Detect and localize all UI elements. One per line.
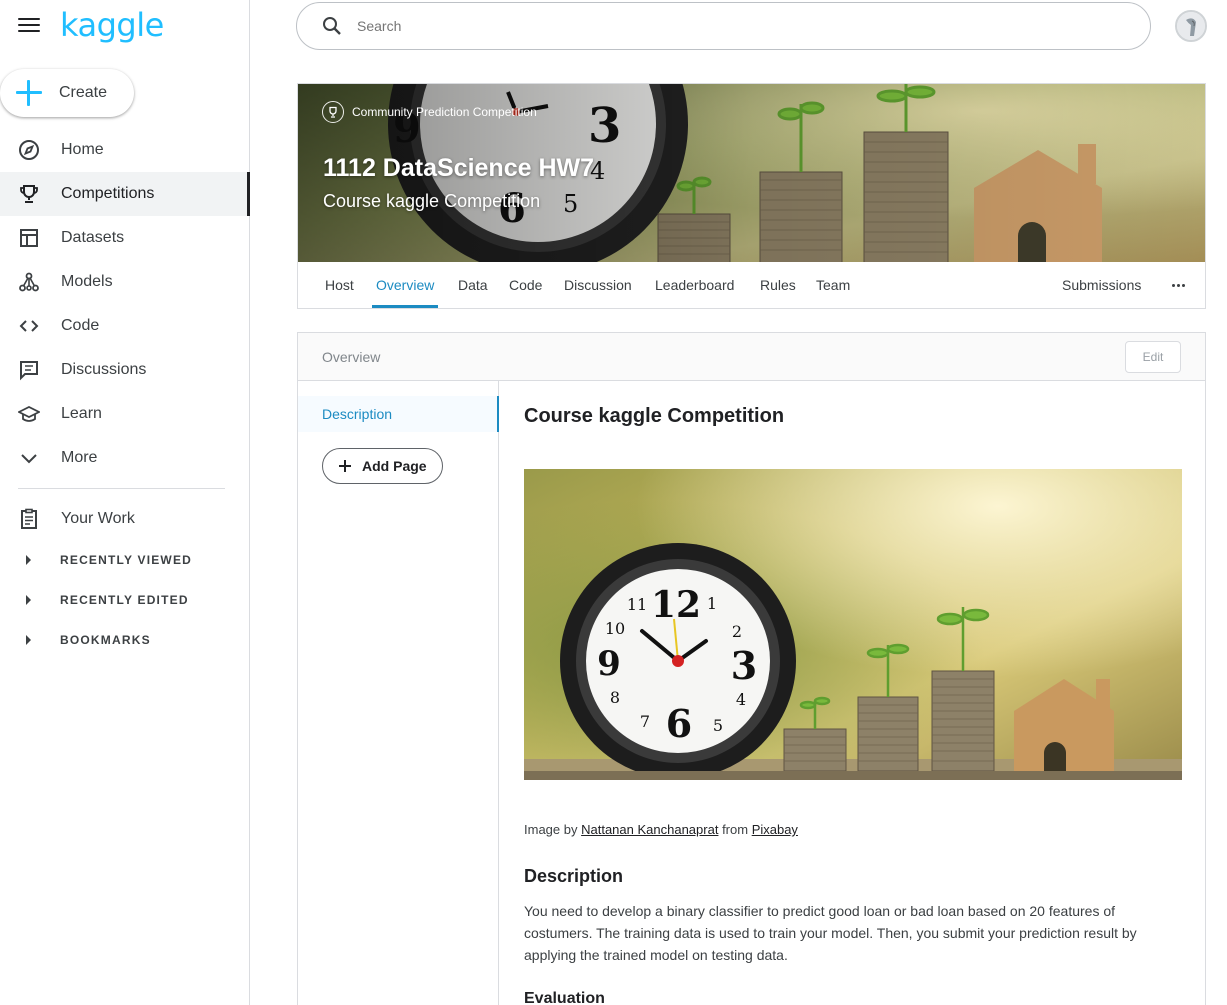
sidebar-item-home[interactable]: Home <box>0 128 250 172</box>
credit-prefix: Image by <box>524 822 578 837</box>
sidebar-divider <box>18 488 225 489</box>
sidebar-item-label: Learn <box>61 405 102 422</box>
tab-code[interactable]: Code <box>509 262 542 308</box>
tab-host[interactable]: Host <box>325 262 354 308</box>
sidebar-item-datasets[interactable]: Datasets <box>0 216 250 260</box>
search-icon <box>321 15 343 37</box>
kaggle-logo[interactable]: kaggle <box>60 6 164 44</box>
overview-panel: Overview Edit Description Add Page Cours… <box>297 332 1206 1005</box>
competition-image: 12 3 9 6 1 2 4 5 7 8 10 11 <box>524 469 1182 780</box>
svg-text:8: 8 <box>610 688 620 707</box>
create-button[interactable]: Create <box>0 69 134 117</box>
svg-text:4: 4 <box>736 690 746 709</box>
add-page-label: Add Page <box>362 458 427 474</box>
overview-page-nav: Description Add Page <box>298 381 499 1005</box>
svg-text:12: 12 <box>651 584 701 626</box>
section-label: RECENTLY VIEWED <box>60 553 193 567</box>
plus-icon <box>339 460 351 472</box>
author-link[interactable]: Nattanan Kanchanaprat <box>581 822 718 837</box>
chevron-down-icon <box>18 447 40 469</box>
sidebar-item-label: Home <box>61 141 104 158</box>
caret-right-icon <box>26 635 31 645</box>
sidebar-item-models[interactable]: Models <box>0 260 250 304</box>
svg-text:9: 9 <box>597 644 621 684</box>
more-options-icon[interactable] <box>1172 262 1185 308</box>
sidebar-item-label: Models <box>61 273 113 290</box>
tab-leaderboard[interactable]: Leaderboard <box>655 262 734 308</box>
competition-subtitle: Course kaggle Competition <box>323 191 541 211</box>
caret-right-icon <box>26 595 31 605</box>
search-bar[interactable] <box>296 2 1151 50</box>
source-link[interactable]: Pixabay <box>752 822 798 837</box>
overview-header: Overview Edit <box>298 333 1205 381</box>
sidebar: kaggle Create Home Competitions Datasets <box>0 0 250 1005</box>
image-credit: Image by Nattanan Kanchanaprat from Pixa… <box>524 822 798 837</box>
tab-rules[interactable]: Rules <box>760 262 796 308</box>
models-icon <box>18 271 40 293</box>
school-icon <box>18 403 40 425</box>
sidebar-item-more[interactable]: More <box>0 436 250 480</box>
sidebar-nav: Home Competitions Datasets Models Code D… <box>0 128 250 480</box>
overview-header-title: Overview <box>322 349 381 365</box>
section-label: RECENTLY EDITED <box>60 593 189 607</box>
search-input[interactable] <box>357 18 1057 34</box>
trophy-icon <box>322 101 344 123</box>
content-title: Course kaggle Competition <box>524 405 785 427</box>
edit-button[interactable]: Edit <box>1125 341 1181 373</box>
recently-edited-toggle[interactable]: RECENTLY EDITED <box>0 585 250 615</box>
sidebar-item-code[interactable]: Code <box>0 304 250 348</box>
sidebar-item-label: Datasets <box>61 229 125 246</box>
create-label: Create <box>59 84 108 101</box>
svg-text:6: 6 <box>666 701 692 746</box>
page-nav-description[interactable]: Description <box>298 396 499 432</box>
add-page-button[interactable]: Add Page <box>322 448 443 484</box>
evaluation-heading: Evaluation <box>524 990 605 1005</box>
recently-viewed-toggle[interactable]: RECENTLY VIEWED <box>0 545 250 575</box>
sidebar-item-label: Code <box>61 317 100 334</box>
section-label: BOOKMARKS <box>60 633 151 647</box>
svg-text:5: 5 <box>713 716 723 735</box>
competition-tabs: Host Overview Data Code Discussion Leade… <box>297 262 1206 309</box>
sidebar-item-your-work[interactable]: Your Work <box>0 497 250 541</box>
competition-type-label: Community Prediction Competition <box>352 105 537 119</box>
description-text: You need to develop a binary classifier … <box>524 903 1137 963</box>
clipboard-icon <box>18 508 40 530</box>
competition-type-badge: Community Prediction Competition <box>322 101 537 123</box>
competition-title: 1112 DataScience HW7 <box>323 154 594 182</box>
sidebar-item-label: Competitions <box>61 185 155 202</box>
tab-submissions[interactable]: Submissions <box>1062 262 1141 308</box>
sidebar-item-label: Discussions <box>61 361 147 378</box>
sidebar-item-learn[interactable]: Learn <box>0 392 250 436</box>
caret-right-icon <box>26 555 31 565</box>
svg-text:1: 1 <box>707 594 717 613</box>
svg-text:10: 10 <box>605 619 625 638</box>
your-work-label: Your Work <box>61 510 135 527</box>
sidebar-item-discussions[interactable]: Discussions <box>0 348 250 392</box>
svg-text:2: 2 <box>732 622 742 641</box>
comment-icon <box>18 359 40 381</box>
tab-discussion[interactable]: Discussion <box>564 262 632 308</box>
menu-icon[interactable] <box>18 18 40 34</box>
avatar[interactable] <box>1175 10 1207 42</box>
code-icon <box>18 315 40 337</box>
compass-icon <box>18 139 40 161</box>
trophy-icon <box>18 183 40 205</box>
tab-data[interactable]: Data <box>458 262 488 308</box>
svg-text:7: 7 <box>640 712 650 731</box>
sidebar-item-label: More <box>61 449 98 466</box>
credit-middle: from <box>722 822 749 837</box>
plus-icon <box>16 80 42 106</box>
sidebar-item-competitions[interactable]: Competitions <box>0 172 250 216</box>
description-heading: Description <box>524 866 624 886</box>
svg-text:11: 11 <box>627 595 647 614</box>
tab-team[interactable]: Team <box>816 262 850 308</box>
competition-banner: 3 9 6 5 4 Community Prediction Com <box>297 83 1206 262</box>
tab-overview[interactable]: Overview <box>371 262 439 308</box>
table-icon <box>18 227 40 249</box>
svg-text:3: 3 <box>731 643 757 688</box>
bookmarks-toggle[interactable]: BOOKMARKS <box>0 625 250 655</box>
